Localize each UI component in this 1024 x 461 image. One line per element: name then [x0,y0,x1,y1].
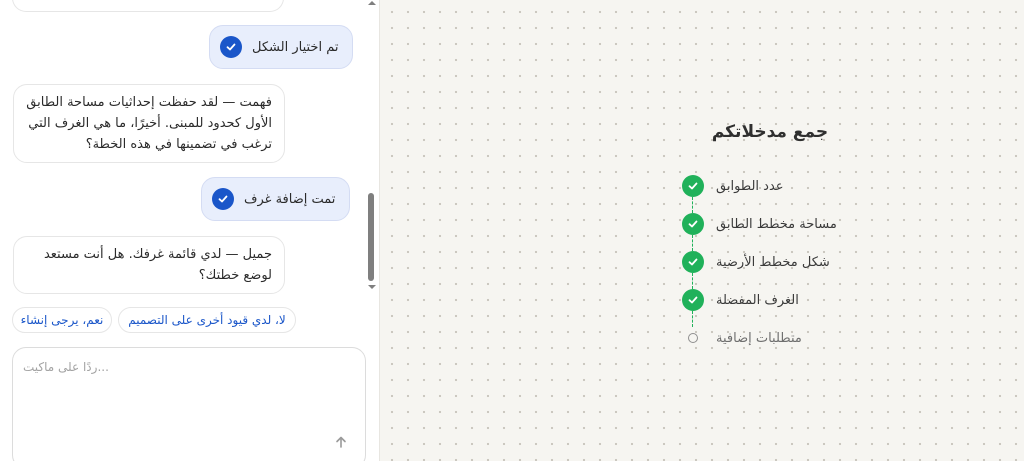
message-input[interactable] [23,360,355,420]
check-circle-icon [212,188,234,210]
message-line: ترغب في تضمينها في هذه الخطة؟ [85,137,272,152]
user-message: تمت إضافة غرف [201,177,351,221]
message-line: فهمت — لقد حفظت إحداثيات مساحة الطابق [26,95,272,110]
progress-step-floors: عدد الطوابق [680,173,880,199]
message-text: تمت إضافة غرف [244,191,336,207]
chat-scrollbar[interactable] [366,0,378,295]
message-text: تم اختيار الشكل [252,39,339,55]
scroll-down-arrow-icon[interactable] [368,284,376,290]
progress-step-preferred-rooms: الغرف المفضلة [680,287,880,313]
quick-reply-other-constraints[interactable]: لا، لدي قيود أخرى على التصميم [118,307,296,333]
step-label: متطلبات إضافية [716,330,802,346]
progress-step-floor-area: مساحة مخطط الطابق [680,211,880,237]
user-message: تم اختيار الشكل [209,25,354,69]
progress-step-additional-requirements: متطلبات إضافية [680,325,880,351]
step-label: شكل مخطط الأرضية [716,254,830,270]
assistant-message: جميل — لدي قائمة غرفك. هل أنت مستعد لوضع… [13,236,285,294]
step-label: الغرف المفضلة [716,292,799,308]
check-circle-icon [682,213,704,235]
progress-title: جمع مدخلاتكم [711,122,829,142]
step-label: عدد الطوابق [716,178,784,194]
send-button[interactable] [329,430,353,454]
progress-step-floor-shape: شكل مخطط الأرضية [680,249,880,275]
message-line: لوضع خطتك؟ [198,268,272,283]
message-composer [12,347,366,461]
scroll-up-arrow-icon[interactable] [368,0,376,6]
arrow-up-icon [336,436,346,448]
assistant-message: فهمت — لقد حفظت إحداثيات مساحة الطابق ال… [13,84,285,163]
quick-reply-yes-create[interactable]: نعم، يرجى إنشاء [12,307,112,333]
check-circle-icon [682,289,704,311]
check-circle-icon [220,36,242,58]
check-circle-icon [682,251,704,273]
previous-message-fragment [12,0,284,12]
chat-panel: تم اختيار الشكل فهمت — لقد حفظت إحداثيات… [0,0,380,461]
message-line: جميل — لدي قائمة غرفك. هل أنت مستعد [43,247,272,262]
check-circle-icon [682,175,704,197]
empty-circle-icon [688,333,698,343]
scrollbar-thumb[interactable] [368,193,374,281]
step-label: مساحة مخطط الطابق [716,216,837,232]
message-line: الأول كحدود للمبنى. أخيرًا، ما هي الغرف … [28,116,272,131]
